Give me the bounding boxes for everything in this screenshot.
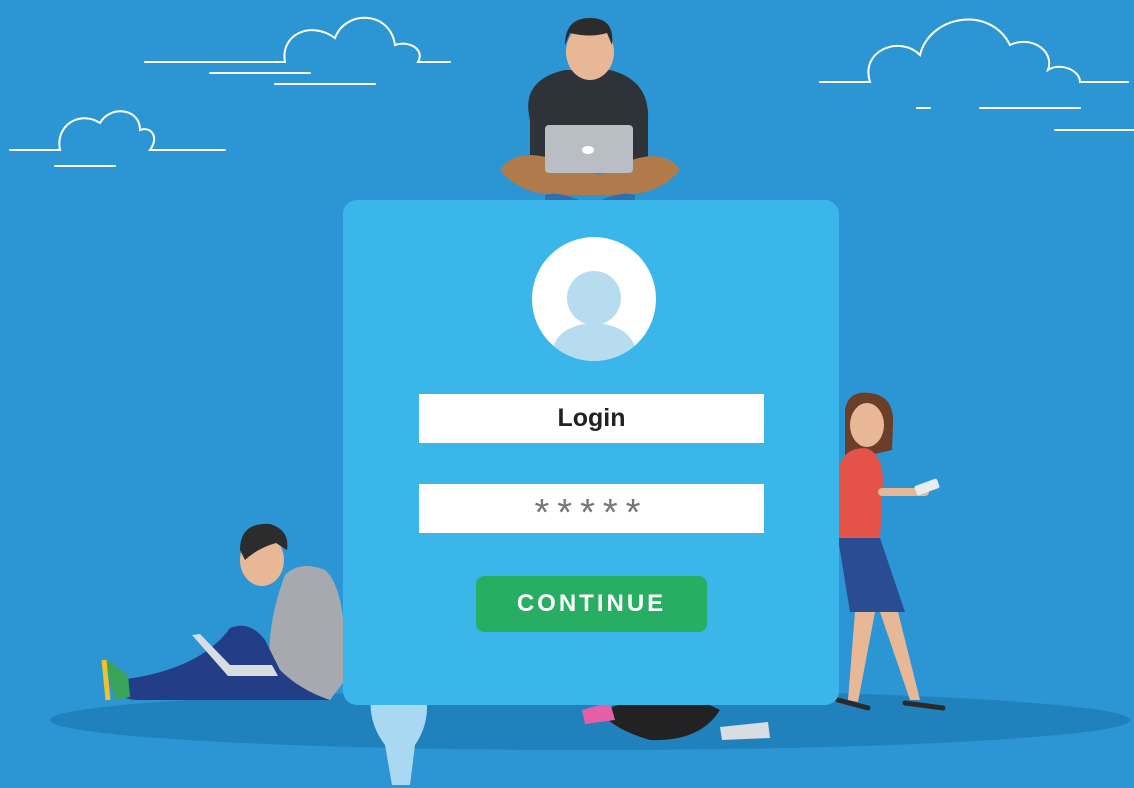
woman-standing-right: [835, 392, 946, 711]
continue-button[interactable]: CONTINUE: [476, 576, 707, 632]
login-illustration: Login ***** CONTINUE: [0, 0, 1134, 788]
cloud-left-icon: [9, 16, 451, 167]
man-with-laptop-top: [500, 18, 680, 210]
avatar-silhouette: [550, 271, 638, 361]
cloud-right-icon: [819, 18, 1134, 131]
man-sitting-left: [101, 523, 346, 701]
login-field[interactable]: Login: [419, 394, 764, 443]
user-profile-icon: [532, 237, 656, 361]
password-field[interactable]: *****: [419, 484, 764, 534]
